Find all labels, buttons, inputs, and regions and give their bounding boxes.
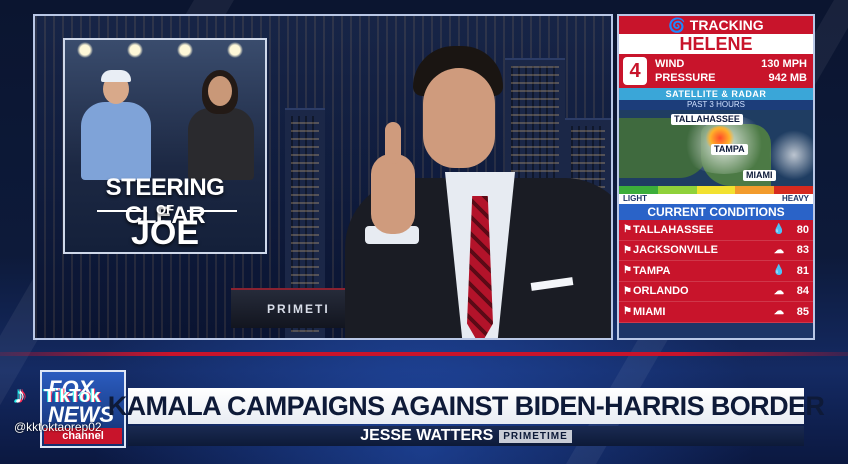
location-pin-icon: ⚑	[623, 224, 632, 236]
list-item: ⚑ TAMPA 💧 81	[619, 261, 813, 282]
category-badge: 4	[623, 57, 647, 85]
location-pin-icon: ⚑	[623, 285, 632, 297]
temperature: 85	[796, 305, 809, 318]
pressure-value: 942 MB	[768, 72, 807, 84]
tiktok-note-icon: ♪	[14, 382, 26, 409]
inset-title-line3: JOE	[130, 214, 200, 252]
pressure-row: PRESSURE 942 MB	[655, 72, 807, 86]
map-city-label: TALLAHASSEE	[671, 114, 743, 125]
radar-scale-labels: LIGHT HEAVY	[619, 194, 813, 204]
cloud-icon: ☁	[774, 285, 784, 297]
inset-rule-right	[187, 210, 237, 212]
headline-chyron: KAMALA CAMPAIGNS AGAINST BIDEN-HARRIS BO…	[108, 388, 825, 424]
location-pin-icon: ⚑	[623, 244, 632, 256]
list-item: ⚑ MIAMI ☁ 85	[619, 302, 813, 323]
host-face	[423, 68, 495, 168]
host-hand	[371, 154, 415, 234]
host-pointing-finger	[385, 122, 401, 164]
list-item: ⚑ ORLANDO ☁ 84	[619, 282, 813, 302]
city-name: ORLANDO	[633, 285, 689, 298]
inset-person-left	[75, 70, 155, 180]
tracking-header: 🌀 TRACKING	[619, 16, 813, 34]
lower-third-accent	[0, 352, 848, 356]
cloud-icon: ☁	[774, 244, 784, 256]
tracking-label: TRACKING	[689, 17, 764, 33]
scale-swatch	[657, 186, 697, 194]
temperature: 80	[796, 223, 809, 236]
stage-lights	[65, 40, 265, 62]
city-name: TALLAHASSEE	[633, 223, 714, 236]
scale-swatch	[696, 186, 736, 194]
pressure-label: PRESSURE	[655, 72, 716, 84]
wind-value: 130 MPH	[761, 58, 807, 70]
past-hours-label: PAST 3 HOURS	[619, 100, 813, 110]
storm-cloud	[769, 130, 813, 180]
rain-drop-icon: 💧	[772, 224, 786, 236]
location-pin-icon: ⚑	[623, 265, 632, 277]
news-host	[335, 46, 611, 338]
hurricane-icon: 🌀	[668, 16, 686, 33]
map-city-label: MIAMI	[743, 170, 776, 181]
list-item: ⚑ TALLAHASSEE 💧 80	[619, 220, 813, 241]
weather-tracker-panel: 🌀 TRACKING HELENE 4 WIND 130 MPH PRESSUR…	[617, 14, 815, 340]
temperature: 84	[796, 285, 809, 298]
list-item: ⚑ JACKSONVILLE ☁ 83	[619, 241, 813, 261]
scale-light-label: LIGHT	[623, 194, 647, 203]
rain-drop-icon: 💧	[772, 265, 786, 277]
temperature: 81	[796, 264, 809, 277]
storm-stats: 4 WIND 130 MPH PRESSURE 942 MB	[619, 54, 813, 88]
current-conditions-header: CURRENT CONDITIONS	[619, 204, 813, 220]
location-pin-icon: ⚑	[623, 306, 632, 318]
inset-person-right	[180, 68, 260, 180]
scale-swatch	[735, 186, 775, 194]
scale-heavy-label: HEAVY	[782, 194, 809, 203]
temperature: 83	[796, 244, 809, 257]
wind-label: WIND	[655, 58, 685, 70]
map-city-label: TAMPA	[711, 144, 748, 155]
satellite-radar-label: SATELLITE & RADAR	[619, 88, 813, 100]
studio-wall-text: PRIMETI	[267, 302, 330, 316]
radar-intensity-scale	[619, 186, 813, 194]
inset-graphic: STEERING CLEAR OF JOE	[63, 38, 267, 254]
conditions-list: ⚑ TALLAHASSEE 💧 80 ⚑ JACKSONVILLE ☁ 83 ⚑…	[619, 220, 813, 323]
show-badge: PRIMETIME	[499, 429, 572, 443]
show-banner: JESSE WATTERS PRIMETIME	[128, 426, 804, 446]
scale-swatch	[774, 186, 813, 194]
radar-map: TALLAHASSEE TAMPA MIAMI	[619, 110, 813, 186]
wind-row: WIND 130 MPH	[655, 58, 807, 72]
tiktok-handle: @kktoktaorep02	[14, 420, 102, 434]
city-name: TAMPA	[633, 264, 671, 277]
scale-swatch	[619, 186, 658, 194]
main-video-frame: PRIMETI STEERING CLEAR OF JOE	[33, 14, 613, 340]
storm-name: HELENE	[619, 34, 813, 54]
cloud-icon: ☁	[774, 306, 784, 318]
city-name: JACKSONVILLE	[633, 244, 718, 257]
city-name: MIAMI	[633, 305, 666, 318]
tiktok-brand: TikTok	[44, 386, 101, 406]
show-name: JESSE WATTERS	[360, 427, 494, 444]
